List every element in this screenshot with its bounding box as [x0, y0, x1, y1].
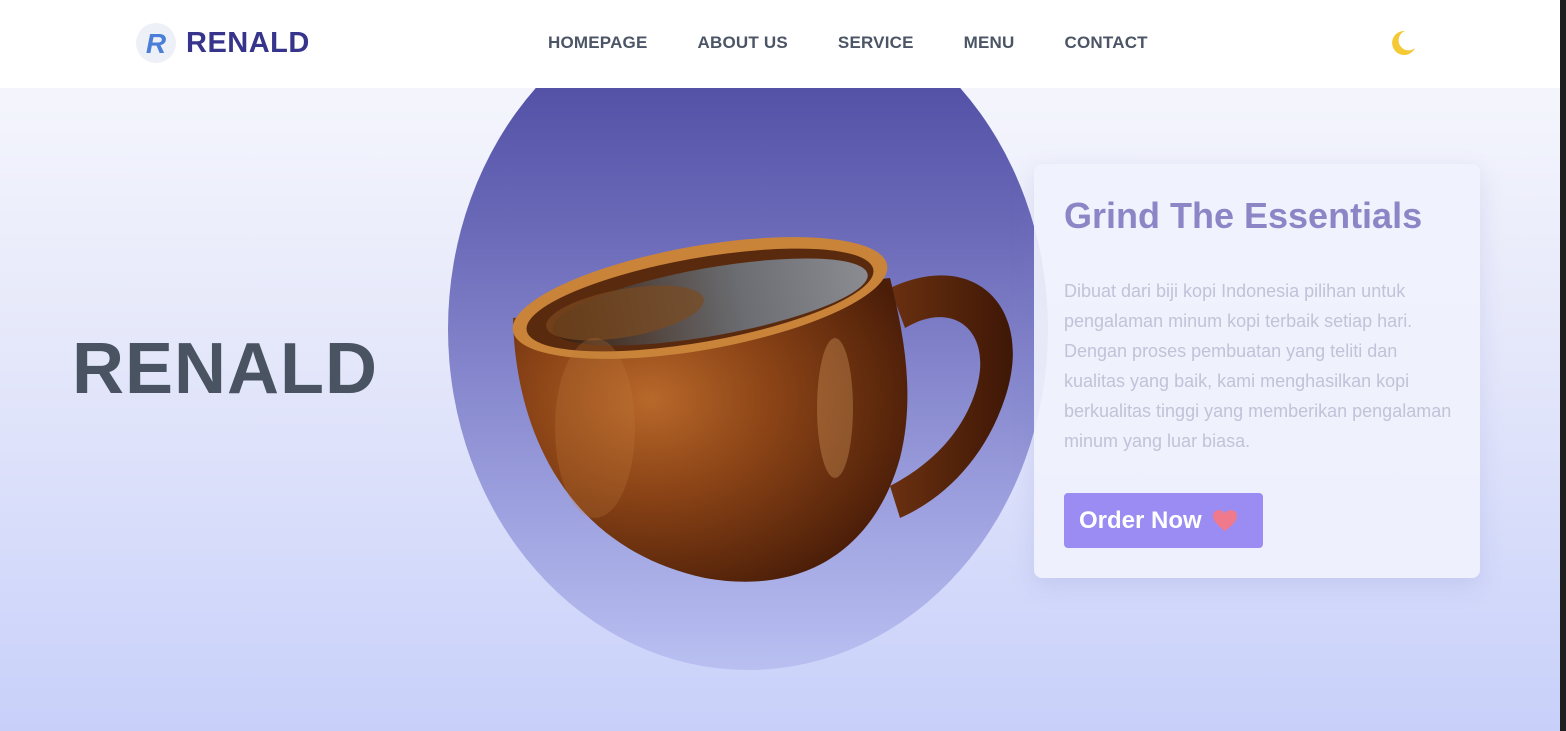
hero-brand-title: RENALD: [72, 329, 378, 409]
card-title: Grind The Essentials: [1064, 195, 1423, 236]
logo-text: RENALD: [186, 26, 310, 59]
nav-menu[interactable]: MENU: [964, 33, 1015, 53]
card-description: Dibuat dari biji kopi Indonesia pilihan …: [1064, 281, 1452, 451]
site-header: R RENALD HOMEPAGE ABOUT US SERVICE MENU …: [0, 0, 1560, 88]
main-nav: HOMEPAGE ABOUT US SERVICE MENU CONTACT: [548, 33, 1148, 53]
window-edge: [1560, 0, 1566, 731]
order-now-button[interactable]: Order Now: [1064, 493, 1263, 548]
nav-homepage[interactable]: HOMEPAGE: [548, 33, 648, 53]
logo-letter: R: [146, 28, 167, 59]
heart-icon: [1212, 509, 1237, 531]
nav-about-us[interactable]: ABOUT US: [698, 33, 788, 53]
logo[interactable]: R RENALD: [136, 22, 310, 64]
nav-contact[interactable]: CONTACT: [1065, 33, 1148, 53]
order-now-label: Order Now: [1079, 506, 1202, 534]
moon-icon[interactable]: [1388, 28, 1418, 58]
hero-card: Grind The Essentials Dibuat dari biji ko…: [1034, 164, 1480, 578]
logo-icon: R: [136, 23, 176, 63]
nav-service[interactable]: SERVICE: [838, 33, 914, 53]
coffee-cup-image: [512, 237, 1013, 582]
hero-section: RENALD Grind The Essentials Dibuat dari …: [0, 88, 1560, 731]
